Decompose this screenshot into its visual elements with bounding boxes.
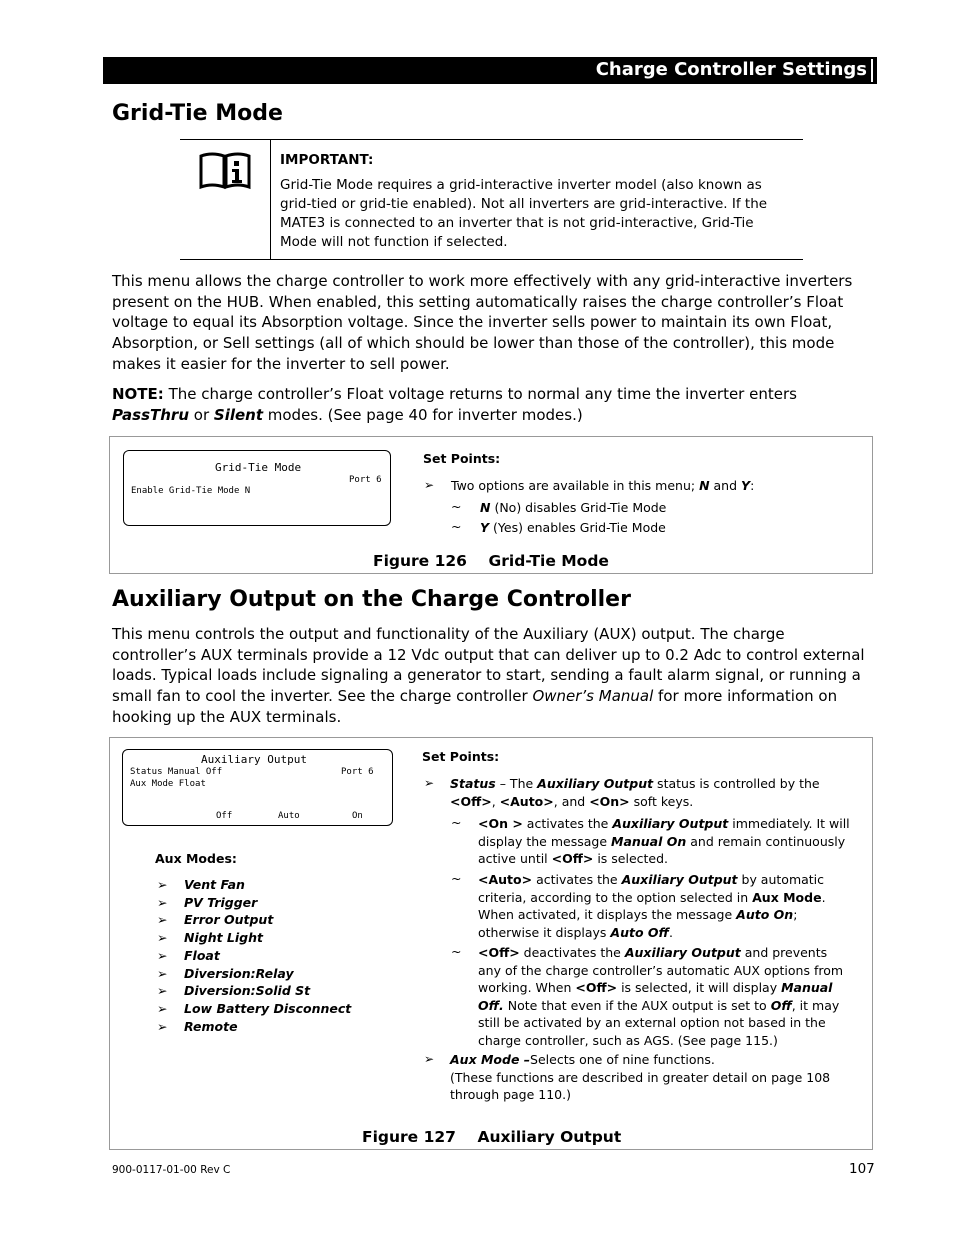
manual-info-icon [199, 152, 251, 190]
grid-tie-description: This menu allows the charge controller t… [112, 272, 853, 373]
note-text: modes. (See page 40 for inverter modes.) [263, 405, 583, 424]
important-notice: IMPORTANT: Grid-Tie Mode requires a grid… [180, 139, 803, 260]
option-text: (No) disables Grid-Tie Mode [490, 500, 667, 515]
tilde-bullet: ~ [451, 815, 462, 830]
aux-mode-label: Low Battery Disconnect [184, 1000, 352, 1016]
section-header-bar: Charge Controller Settings [103, 57, 877, 84]
important-title: IMPORTANT: [280, 152, 374, 168]
option-y: Y (Yes) enables Grid-Tie Mode [480, 519, 666, 537]
notice-divider [270, 140, 271, 259]
page-number: 107 [849, 1161, 875, 1177]
bullet-arrow-icon: ➢ [157, 930, 168, 946]
auto-key-description: <Auto> activates the Auxiliary Output by… [478, 872, 826, 940]
lcd-line-2: Aux Mode Float [130, 779, 206, 789]
softkey-on[interactable]: On [352, 811, 363, 821]
aux-heading: Auxiliary Output on the Charge Controlle… [112, 587, 631, 612]
softkey-off[interactable]: Off [216, 811, 232, 821]
bullet-arrow-icon: ➢ [157, 894, 168, 910]
aux-mode-label: Float [184, 947, 220, 963]
aux-mode-label: Night Light [184, 930, 263, 946]
intro-text: Two options are available in this menu; [451, 478, 700, 493]
lcd-port: Port 6 [341, 767, 374, 777]
aux-mode-label: Error Output [184, 912, 274, 928]
aux-lcd-screen: Auxiliary Output Status Manual Off Port … [122, 749, 393, 826]
aux-mode-label: Diversion:Solid St [184, 983, 311, 999]
option-text: (Yes) enables Grid-Tie Mode [489, 520, 666, 535]
tilde-bullet: ~ [451, 944, 462, 959]
bullet-arrow-icon: ➢ [157, 983, 168, 999]
bullet-arrow-icon: ➢ [157, 965, 168, 981]
bullet-arrow-icon: ➢ [424, 478, 435, 492]
tilde-bullet: ~ [451, 499, 462, 514]
owners-manual-ref: Owner’s Manual [532, 687, 654, 706]
lcd-port: Port 6 [349, 475, 382, 485]
figure-126-caption: Figure 126 Grid-Tie Mode [373, 552, 609, 570]
softkey-auto[interactable]: Auto [278, 811, 300, 821]
bullet-arrow-icon: ➢ [157, 1018, 168, 1034]
bullet-arrow-icon: ➢ [157, 1000, 168, 1016]
section-title: Charge Controller Settings [595, 59, 867, 80]
intro-y: Y [741, 478, 751, 493]
lcd-title: Auxiliary Output [201, 753, 307, 766]
intro-text: : [750, 478, 755, 493]
aux-mode-description: Aux Mode –Selects one of nine functions.… [450, 1052, 831, 1102]
note-text: The charge controller’s Float voltage re… [163, 385, 797, 403]
grid-tie-lcd-screen: Grid-Tie Mode Port 6 Enable Grid-Tie Mod… [123, 450, 391, 526]
intro-text: and [709, 478, 741, 493]
on-key-description: <On > activates the Auxiliary Output imm… [478, 816, 850, 866]
option-key: Y [480, 520, 490, 535]
grid-tie-note: NOTE: The charge controller’s Float volt… [112, 384, 872, 425]
aux-mode-label: Remote [184, 1018, 238, 1034]
off-key-description: <Off> deactivates the Auxiliary Output a… [478, 945, 844, 1048]
lcd-title: Grid-Tie Mode [215, 461, 302, 474]
bullet-arrow-icon: ➢ [424, 776, 435, 790]
note-label: NOTE: [112, 385, 164, 403]
tilde-bullet: ~ [451, 519, 462, 534]
note-passthru: PassThru [112, 405, 189, 424]
note-text: or [189, 405, 214, 424]
tilde-bullet: ~ [451, 871, 462, 886]
status-description: Status – The Auxiliary Output status is … [450, 776, 820, 809]
option-n: N (No) disables Grid-Tie Mode [480, 499, 666, 517]
set-points-title: Set Points: [423, 451, 501, 466]
aux-mode-label: PV Trigger [184, 894, 258, 910]
set-points-intro: Two options are available in this menu; … [451, 477, 754, 495]
aux-mode-label: Vent Fan [184, 877, 245, 892]
header-divider [871, 59, 873, 82]
grid-tie-heading: Grid-Tie Mode [112, 101, 283, 126]
aux-modes-title: Aux Modes: [155, 851, 237, 866]
doc-number: 900-0117-01-00 Rev C [112, 1164, 231, 1176]
bullet-arrow-icon: ➢ [157, 947, 168, 963]
aux-mode-label: Diversion:Relay [184, 965, 294, 981]
bullet-arrow-icon: ➢ [424, 1052, 435, 1066]
bullet-arrow-icon: ➢ [157, 912, 168, 928]
option-key: N [480, 500, 491, 515]
bullet-arrow-icon: ➢ [157, 877, 168, 892]
lcd-line-1: Enable Grid-Tie Mode N [131, 486, 251, 496]
note-silent: Silent [213, 405, 263, 424]
intro-n: N [699, 478, 710, 493]
figure-127-caption: Figure 127 Auxiliary Output [362, 1128, 622, 1146]
important-text: Grid-Tie Mode requires a grid-interactiv… [280, 177, 768, 250]
aux-set-points-title: Set Points: [422, 749, 500, 764]
aux-description: This menu controls the output and functi… [112, 624, 872, 728]
lcd-line-1: Status Manual Off [130, 767, 223, 777]
